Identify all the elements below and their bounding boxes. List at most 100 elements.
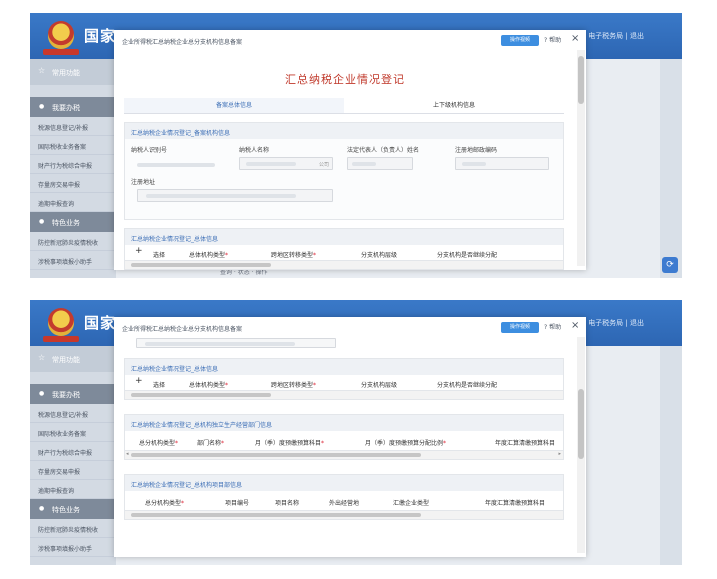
- sidebar-item[interactable]: 存量房交易申报: [30, 461, 116, 480]
- hscroll-thumb[interactable]: [131, 513, 421, 517]
- filing-modal: 企业所得税汇总纳税企业总分支机构信息备案 操作视频 ? 帮助 × 汇总纳税企业情…: [114, 317, 586, 557]
- sidebar-item[interactable]: 涉税事项填报小助手: [30, 538, 116, 557]
- panel-title: 汇总纳税企业情况登记_总体信息: [125, 229, 563, 245]
- modal-scrollbar[interactable]: [577, 337, 585, 553]
- tab-bar: 备案总体信息 上下级机构信息: [124, 98, 564, 114]
- sidebar-item[interactable]: 防控新冠肺炎疫情税收: [30, 519, 116, 538]
- postcode-field[interactable]: [455, 157, 549, 170]
- summary-hscroll[interactable]: [125, 261, 563, 269]
- modal-body: 汇总纳税企业情况登记_总体信息 + 选择 总体机构类型* 跨地区转移类型* 分支…: [114, 337, 576, 557]
- add-row-icon[interactable]: +: [135, 376, 143, 386]
- emblem-ribbon: [43, 49, 79, 55]
- project-hscroll[interactable]: [125, 511, 563, 519]
- address-label: 注册地址: [131, 179, 156, 186]
- header-user-links[interactable]: 电子税务局 | 退出: [588, 31, 644, 41]
- tax-emblem-icon: [48, 21, 74, 49]
- legal-rep-field[interactable]: [347, 157, 413, 170]
- project-dept-panel: 汇总纳税企业情况登记_总机构项目部信息 总分机构类型* 项目编号 项目名称 外出…: [124, 474, 564, 520]
- scroll-right-icon[interactable]: ▸: [558, 451, 561, 457]
- help-label: 帮助: [549, 324, 562, 331]
- sidebar-item[interactable]: 税源信息登记/补报: [30, 404, 116, 423]
- video-button[interactable]: 操作视频: [501, 322, 539, 333]
- sidebar-favorites[interactable]: 常用功能: [30, 59, 116, 85]
- hscroll-thumb[interactable]: [131, 263, 271, 267]
- hscroll-thumb[interactable]: [131, 393, 271, 397]
- col-branch-type: 总分机构类型*: [145, 500, 185, 507]
- video-button[interactable]: 操作视频: [501, 35, 539, 46]
- hscroll-thumb[interactable]: [131, 453, 421, 457]
- col-transfer-type-label: 跨地区转移类型: [271, 382, 314, 389]
- header-user-links[interactable]: 电子税务局 | 退出: [588, 318, 644, 328]
- right-rail: [660, 346, 682, 565]
- modal-body: 汇总纳税企业情况登记 备案总体信息 上下级机构信息 汇总纳税企业情况登记_备案机…: [114, 50, 576, 270]
- modal-scrollbar[interactable]: [577, 50, 585, 266]
- production-dept-panel: 汇总纳税企业情况登记_总机构独立生产经营部门信息 总分机构类型* 部门名称* 月…: [124, 414, 564, 460]
- app-brand: 国家: [84, 314, 117, 332]
- refresh-icon[interactable]: ⟳: [662, 257, 678, 273]
- sidebar-item[interactable]: 国际税收业务备案: [30, 423, 116, 442]
- sidebar-item[interactable]: 防控新冠肺炎疫情税收: [30, 232, 116, 251]
- panel-title: 汇总纳税企业情况登记_备案机构信息: [125, 123, 563, 139]
- sidebar-item[interactable]: 涉税事项填报小助手: [30, 251, 116, 270]
- tax-emblem-icon: [48, 308, 74, 336]
- sidebar-favorites[interactable]: 常用功能: [30, 346, 116, 372]
- panel-title: 汇总纳税企业情况登记_总机构独立生产经营部门信息: [125, 415, 563, 431]
- summary-table-header: + 选择 总体机构类型* 跨地区转移类型* 分支机构层级 分支机构是否继续分配: [125, 375, 563, 391]
- help-label: 帮助: [549, 37, 562, 44]
- record-org-panel: 汇总纳税企业情况登记_备案机构信息 纳税人识别号 纳税人名称 公司 法定代表人（…: [124, 122, 564, 220]
- col-monthly-budget-ratio: 月（季）度预缴预算分配比例*: [365, 440, 447, 447]
- sidebar-item[interactable]: 逾期申报查询: [30, 193, 116, 212]
- sidebar-item[interactable]: 国际税收业务备案: [30, 136, 116, 155]
- address-value: [145, 342, 295, 346]
- production-table-header: 总分机构类型* 部门名称* 月（季）度预缴预算科目* 月（季）度预缴预算分配比例…: [125, 431, 563, 451]
- address-field[interactable]: [137, 189, 333, 202]
- scroll-thumb[interactable]: [578, 389, 584, 459]
- taxpayer-name-label: 纳税人名称: [239, 147, 270, 154]
- address-value: [146, 194, 296, 198]
- sidebar-section-special[interactable]: 特色业务: [30, 499, 116, 519]
- screenshot-bottom: 国家 电子税务局 | 退出 常用功能 我要办税 税源信息登记/补报 国际税收业务…: [30, 300, 682, 565]
- emblem-ribbon: [43, 336, 79, 342]
- sidebar-item[interactable]: 财产行为税综合申报: [30, 155, 116, 174]
- col-org-type: 总体机构类型*: [189, 252, 229, 259]
- scroll-left-icon[interactable]: ◂: [126, 451, 129, 457]
- tab-record-summary[interactable]: 备案总体信息: [124, 98, 344, 113]
- sidebar: 常用功能 我要办税 税源信息登记/补报 国际税收业务备案 财产行为税综合申报 存…: [30, 346, 116, 565]
- production-hscroll[interactable]: ◂ ▸: [125, 451, 563, 459]
- taxpayer-name-field[interactable]: 公司: [239, 157, 333, 170]
- col-transfer-type: 跨地区转移类型*: [271, 382, 317, 389]
- sidebar-item[interactable]: 税源信息登记/补报: [30, 117, 116, 136]
- close-icon[interactable]: ×: [571, 33, 579, 44]
- sidebar-section-special[interactable]: 特色业务: [30, 212, 116, 232]
- modal-title: 企业所得税汇总纳税企业总分支机构信息备案: [122, 39, 243, 46]
- address-field[interactable]: [136, 338, 336, 348]
- add-row-icon[interactable]: +: [135, 246, 143, 256]
- sidebar-section-tax[interactable]: 我要办税: [30, 97, 116, 117]
- col-branch-type-label: 总分机构类型: [139, 440, 176, 447]
- close-icon[interactable]: ×: [571, 320, 579, 331]
- help-button[interactable]: ? 帮助: [544, 35, 561, 44]
- col-select: 选择: [153, 252, 166, 259]
- sidebar-item[interactable]: 逾期申报查询: [30, 480, 116, 499]
- col-monthly-budget-ratio-label: 月（季）度预缴预算分配比例: [365, 440, 444, 447]
- col-settlement-type: 汇缴企业类型: [393, 500, 430, 507]
- summary-hscroll[interactable]: [125, 391, 563, 399]
- scroll-thumb[interactable]: [578, 56, 584, 104]
- col-org-type: 总体机构类型*: [189, 382, 229, 389]
- summary-panel: 汇总纳税企业情况登记_总体信息 + 选择 总体机构类型* 跨地区转移类型* 分支…: [124, 358, 564, 400]
- tab-branch-info[interactable]: 上下级机构信息: [344, 98, 564, 113]
- col-branch-type: 总分机构类型*: [139, 440, 179, 447]
- sidebar: 常用功能 我要办税 税源信息登记/补报 国际税收业务备案 财产行为税综合申报 存…: [30, 59, 116, 278]
- address-field-partial: [124, 338, 564, 350]
- taxpayer-id-value: [137, 163, 215, 167]
- app-brand: 国家: [84, 27, 117, 45]
- help-button[interactable]: ? 帮助: [544, 322, 561, 331]
- col-project-no: 项目编号: [225, 500, 250, 507]
- sidebar-section-tax[interactable]: 我要办税: [30, 384, 116, 404]
- col-annual-budget-subject: 年度汇算清缴预算科目: [495, 440, 556, 447]
- sidebar-item[interactable]: 财产行为税综合申报: [30, 442, 116, 461]
- sidebar-item[interactable]: 存量房交易申报: [30, 174, 116, 193]
- col-monthly-budget-subject: 月（季）度预缴预算科目*: [255, 440, 325, 447]
- legal-rep-value: [352, 162, 376, 166]
- postcode-label: 注册地邮政编码: [455, 147, 498, 154]
